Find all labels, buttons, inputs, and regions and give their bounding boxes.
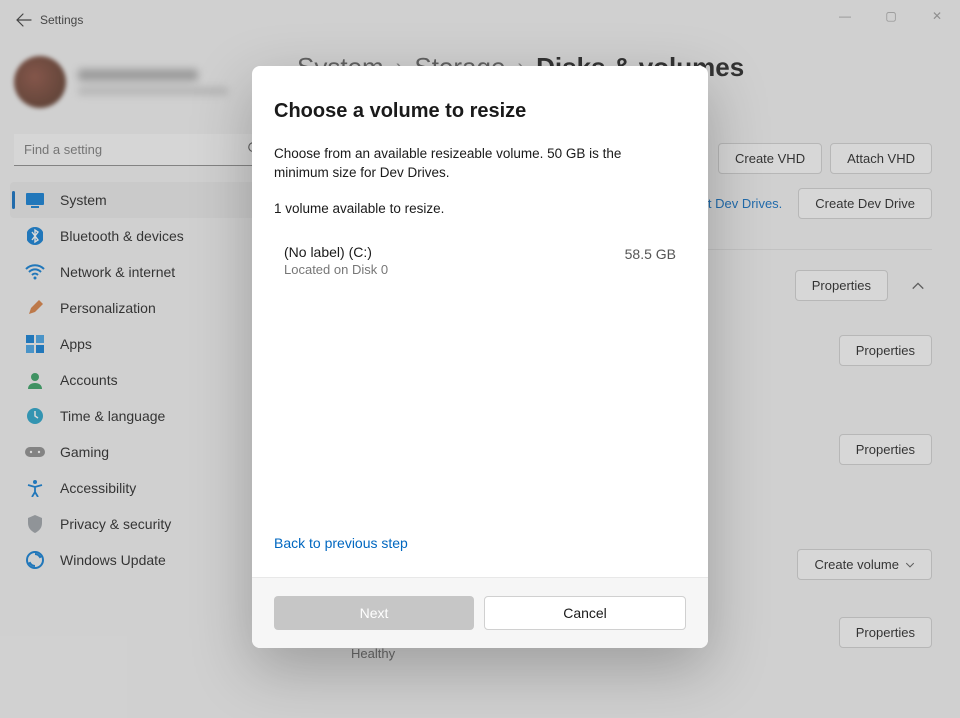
- volume-option-location: Located on Disk 0: [284, 262, 388, 277]
- dialog-description: Choose from an available resizeable volu…: [274, 145, 664, 183]
- volume-option[interactable]: (No label) (C:) Located on Disk 0 58.5 G…: [274, 236, 686, 285]
- volume-option-label: (No label) (C:): [284, 244, 388, 260]
- dialog-volume-count: 1 volume available to resize.: [274, 201, 686, 216]
- dialog-title: Choose a volume to resize: [274, 100, 686, 123]
- next-button[interactable]: Next: [274, 596, 474, 630]
- volume-option-size: 58.5 GB: [625, 244, 676, 262]
- back-to-previous-link[interactable]: Back to previous step: [274, 529, 686, 565]
- cancel-button[interactable]: Cancel: [484, 596, 686, 630]
- resize-volume-dialog: Choose a volume to resize Choose from an…: [252, 66, 708, 648]
- dialog-footer: Next Cancel: [252, 577, 708, 648]
